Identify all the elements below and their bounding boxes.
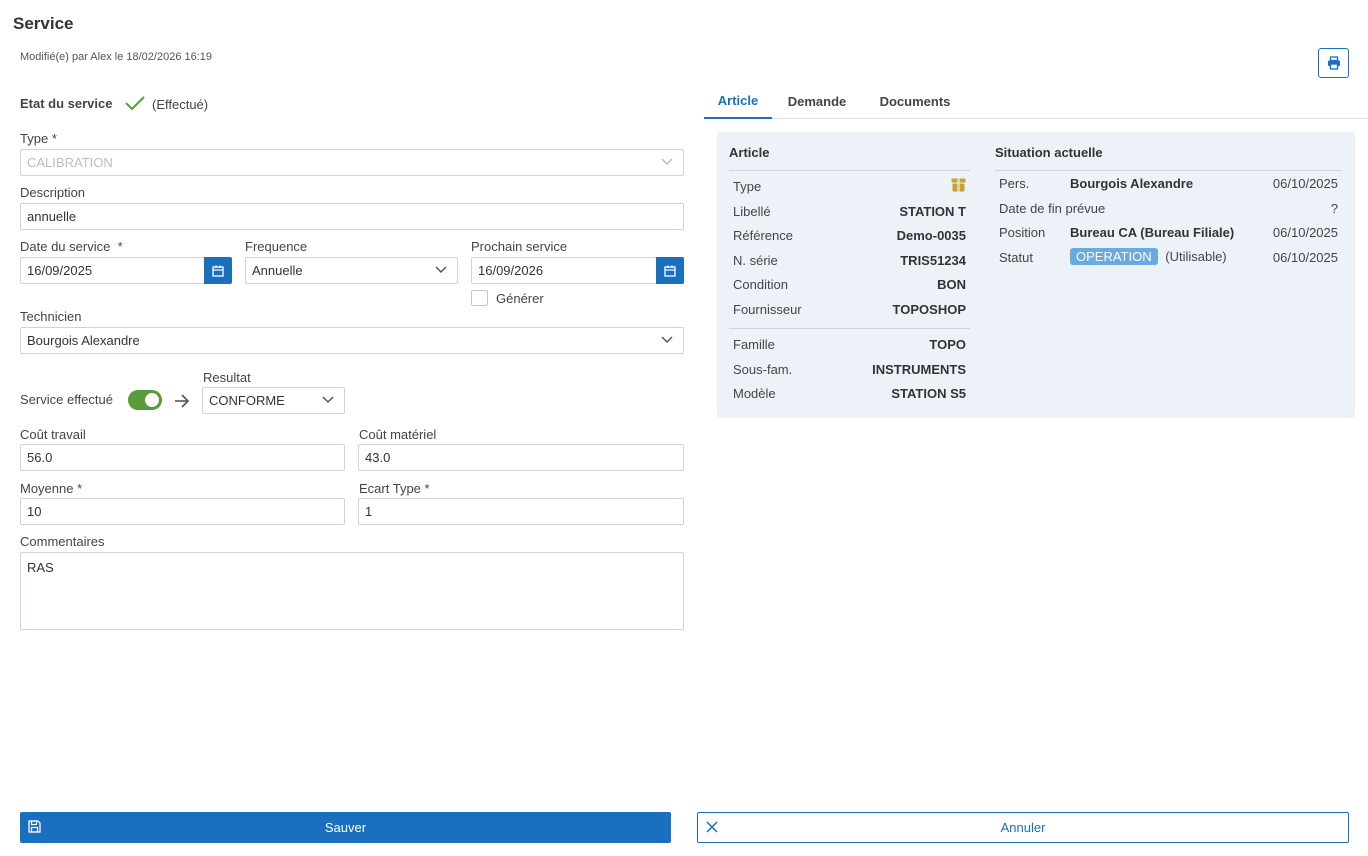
toggle-knob <box>145 393 159 407</box>
save-button[interactable]: Sauver <box>20 812 671 843</box>
article-row-label: Libellé <box>733 204 771 219</box>
article-row-label: Fournisseur <box>733 302 802 317</box>
situation-position-label: Position <box>999 225 1046 240</box>
std-dev-input[interactable]: 1 <box>358 498 684 525</box>
description-label: Description <box>20 185 86 200</box>
service-date-calendar-button[interactable] <box>204 257 232 284</box>
article-title: Article <box>729 145 770 160</box>
generate-label: Générer <box>496 291 544 306</box>
chevron-down-icon <box>661 158 673 166</box>
technician-label: Technicien <box>20 309 82 324</box>
calendar-icon <box>664 265 676 277</box>
save-button-label: Sauver <box>324 820 367 835</box>
service-done-toggle[interactable] <box>128 390 162 410</box>
mean-input[interactable]: 10 <box>20 498 345 525</box>
page-title: Service <box>13 14 74 33</box>
material-cost-input[interactable]: 43.0 <box>358 444 684 471</box>
print-button[interactable] <box>1318 48 1349 78</box>
situation-status: OPERATION (Utilisable) <box>1070 248 1227 265</box>
article-row-value: TRIS51234 <box>900 253 966 268</box>
divider <box>729 170 970 171</box>
tab-demande[interactable]: Demande <box>778 84 856 119</box>
arrow-right-icon <box>175 394 190 408</box>
service-date-label: Date du service * <box>20 239 123 254</box>
frequency-value: Annuelle <box>252 263 303 278</box>
article-row-value: TOPOSHOP <box>892 302 966 317</box>
article-row-value: STATION S5 <box>891 386 966 401</box>
tab-documents[interactable]: Documents <box>867 84 963 119</box>
service-date-value: 16/09/2025 <box>27 263 93 278</box>
std-dev-label: Ecart Type * <box>359 481 430 496</box>
tab-bar: Article Demande Documents <box>704 84 1368 119</box>
article-row-label: Famille <box>733 337 775 352</box>
modified-info: Modifié(e) par Alex le 18/02/2026 16:19 <box>20 51 213 63</box>
article-row-value: Demo-0035 <box>896 228 966 243</box>
situation-title: Situation actuelle <box>995 145 1103 160</box>
calendar-icon <box>212 265 224 277</box>
situation-position-value: Bureau CA (Bureau Filiale) <box>1070 225 1235 240</box>
divider <box>729 328 970 329</box>
situation-status-date: 06/10/2025 <box>1272 250 1338 265</box>
article-row-label: Référence <box>733 228 793 243</box>
article-row-label: Modèle <box>733 386 776 401</box>
result-label: Resultat <box>203 370 251 385</box>
chevron-down-icon <box>435 266 447 274</box>
frequency-label: Frequence <box>245 239 308 254</box>
article-row-value: TOPO <box>929 337 966 352</box>
labor-cost-input[interactable]: 56.0 <box>20 444 345 471</box>
next-service-calendar-button[interactable] <box>656 257 684 284</box>
save-icon <box>28 820 41 833</box>
cancel-button[interactable]: Annuler <box>697 812 1349 843</box>
service-state-value: (Effectué) <box>152 97 209 112</box>
labor-cost-label: Coût travail <box>20 427 86 442</box>
article-panel: Article Type Libellé STATION T Référence… <box>717 132 1355 418</box>
situation-end-date-label: Date de fin prévue <box>999 201 1106 216</box>
tab-article[interactable]: Article <box>704 84 772 119</box>
article-row-value: BON <box>937 277 966 292</box>
mean-label: Moyenne * <box>20 481 83 496</box>
box-icon <box>951 178 966 192</box>
type-select[interactable]: CALIBRATION <box>20 149 684 176</box>
technician-value: Bourgois Alexandre <box>27 333 140 348</box>
comments-label: Commentaires <box>20 534 105 549</box>
article-row-label: Condition <box>733 277 788 292</box>
status-badge: OPERATION <box>1070 248 1158 265</box>
article-row-label: Sous-fam. <box>733 362 793 377</box>
next-service-label: Prochain service <box>471 239 568 254</box>
next-service-input[interactable]: 16/09/2026 <box>471 257 684 284</box>
service-done-label: Service effectué <box>20 392 113 407</box>
divider <box>995 170 1342 171</box>
printer-icon <box>1327 56 1340 70</box>
result-value: CONFORME <box>209 393 285 408</box>
service-state-label: Etat du service <box>20 96 113 111</box>
type-label: Type * <box>20 131 57 146</box>
article-row-value: INSTRUMENTS <box>872 362 966 377</box>
description-input[interactable]: annuelle <box>20 203 684 230</box>
service-date-input[interactable]: 16/09/2025 <box>20 257 232 284</box>
situation-pers-value: Bourgois Alexandre <box>1070 176 1194 191</box>
article-row-value: STATION T <box>899 204 966 219</box>
status-text: (Utilisable) <box>1165 249 1227 264</box>
comments-textarea[interactable]: RAS <box>20 552 684 630</box>
close-icon <box>706 821 718 833</box>
type-select-value: CALIBRATION <box>27 155 113 170</box>
situation-end-date-value: ? <box>1330 201 1338 216</box>
result-select[interactable]: CONFORME <box>202 387 345 414</box>
situation-pers-label: Pers. <box>999 176 1030 191</box>
article-row-label: Type <box>733 179 762 194</box>
chevron-down-icon <box>661 336 673 344</box>
situation-position-date: 06/10/2025 <box>1272 225 1338 240</box>
situation-status-label: Statut <box>999 250 1033 265</box>
chevron-down-icon <box>322 396 334 404</box>
situation-pers-date: 06/10/2025 <box>1272 176 1338 191</box>
technician-select[interactable]: Bourgois Alexandre <box>20 327 684 354</box>
material-cost-label: Coût matériel <box>359 427 437 442</box>
check-icon <box>125 96 145 111</box>
article-row-label: N. série <box>733 253 778 268</box>
cancel-button-label: Annuler <box>1000 820 1046 835</box>
frequency-select[interactable]: Annuelle <box>245 257 458 284</box>
next-service-value: 16/09/2026 <box>478 263 544 278</box>
generate-checkbox[interactable] <box>471 290 488 306</box>
